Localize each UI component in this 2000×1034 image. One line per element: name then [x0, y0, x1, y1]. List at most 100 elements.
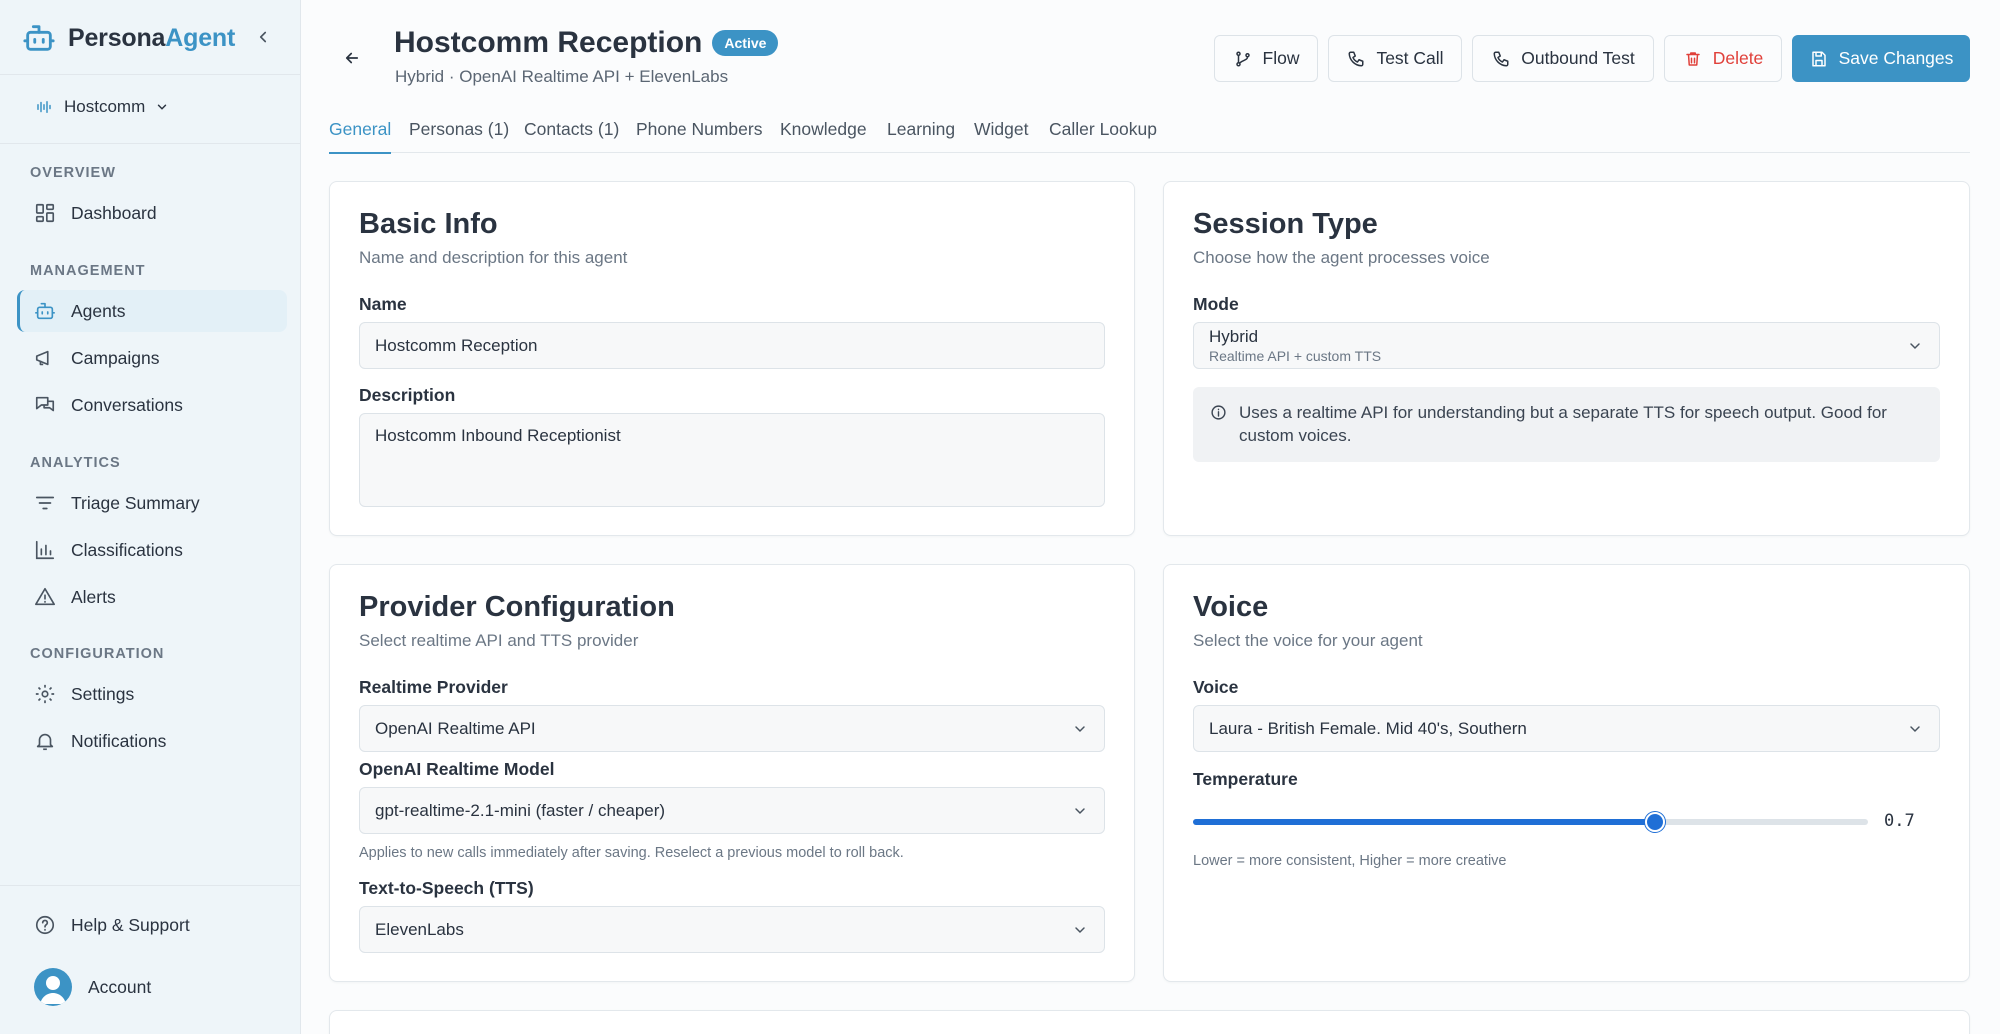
sidebar-divider [0, 885, 300, 886]
card-title: Session Type [1193, 208, 1378, 240]
sidebar-item-label: Help & Support [71, 914, 190, 935]
realtime-model-value: gpt-realtime-2.1-mini (faster / cheaper) [375, 800, 666, 820]
tab-knowledge[interactable]: Knowledge [780, 119, 867, 152]
account-label: Account [88, 976, 152, 997]
section-overview: OVERVIEW [30, 165, 116, 181]
realtime-provider-select[interactable]: OpenAI Realtime API [359, 705, 1105, 752]
sidebar-item-notifications[interactable]: Notifications [17, 720, 287, 762]
sidebar-item-label: Notifications [71, 730, 167, 751]
voice-select[interactable]: Laura - British Female. Mid 40's, Southe… [1193, 705, 1940, 752]
sidebar-item-conversations[interactable]: Conversations [17, 384, 287, 426]
card-description: Select the voice for your agent [1193, 631, 1423, 650]
card-title: Provider Configuration [359, 591, 675, 623]
bar-chart-icon [33, 538, 57, 562]
temperature-slider[interactable] [1193, 812, 1868, 832]
tab-caller-lookup[interactable]: Caller Lookup [1049, 119, 1157, 152]
sidebar-item-label: Settings [71, 683, 135, 704]
tab-widget[interactable]: Widget [974, 119, 1028, 152]
sidebar-item-label: Dashboard [71, 202, 157, 223]
tab-contacts[interactable]: Contacts (1) [524, 119, 619, 152]
sidebar-item-help[interactable]: Help & Support [17, 904, 287, 946]
card-title: Voice [1193, 591, 1269, 623]
chevron-down-icon [1906, 337, 1924, 355]
page-subtitle: Hybrid · OpenAI Realtime API + ElevenLab… [395, 67, 729, 86]
card-description: Name and description for this agent [359, 248, 628, 267]
temperature-value: 0.7 [1884, 811, 1915, 831]
sidebar-item-label: Conversations [71, 394, 183, 415]
sidebar-item-settings[interactable]: Settings [17, 673, 287, 715]
realtime-provider-label: Realtime Provider [359, 677, 508, 697]
robot-logo-icon [22, 21, 56, 55]
tts-label: Text-to-Speech (TTS) [359, 878, 534, 898]
arrow-left-icon [345, 52, 359, 64]
name-label: Name [359, 294, 407, 314]
warning-triangle-icon [33, 585, 57, 609]
temperature-label: Temperature [1193, 769, 1298, 789]
mode-select[interactable]: Hybrid Realtime API + custom TTS [1193, 322, 1940, 369]
sidebar-item-label: Triage Summary [71, 492, 200, 513]
chevron-left-icon [259, 31, 267, 43]
slider-fill [1193, 819, 1656, 825]
back-button[interactable] [340, 46, 364, 70]
chevron-down-icon [1071, 720, 1089, 738]
provider-config-card: Provider Configuration Select realtime A… [329, 564, 1135, 982]
filter-lines-icon [33, 491, 57, 515]
sidebar-item-alerts[interactable]: Alerts [17, 576, 287, 618]
chevron-down-icon [1071, 802, 1089, 820]
card-title: Basic Info [359, 208, 498, 240]
temperature-help-text: Lower = more consistent, Higher = more c… [1193, 853, 1507, 869]
delete-button[interactable]: Delete [1664, 35, 1782, 82]
session-info-text: Uses a realtime API for understanding bu… [1239, 403, 1887, 445]
session-type-card: Session Type Choose how the agent proces… [1163, 181, 1970, 536]
realtime-model-select[interactable]: gpt-realtime-2.1-mini (faster / cheaper) [359, 787, 1105, 834]
mode-value: Hybrid [1209, 326, 1259, 346]
sidebar-item-label: Campaigns [71, 347, 160, 368]
flow-button[interactable]: Flow [1214, 35, 1318, 82]
mode-label: Mode [1193, 294, 1239, 314]
collapse-sidebar-button[interactable] [250, 24, 276, 50]
outbound-test-button[interactable]: Outbound Test [1472, 35, 1654, 82]
mode-select-text: Hybrid Realtime API + custom TTS [1209, 327, 1381, 365]
bell-icon [33, 729, 57, 753]
waveform-icon [34, 97, 54, 117]
save-changes-button[interactable]: Save Changes [1792, 35, 1970, 82]
test-call-button[interactable]: Test Call [1328, 35, 1462, 82]
tab-learning[interactable]: Learning [887, 119, 955, 152]
slider-thumb[interactable] [1645, 812, 1666, 832]
card-description: Select realtime API and TTS provider [359, 631, 639, 650]
tab-phone-numbers[interactable]: Phone Numbers [636, 119, 762, 152]
sidebar-divider [0, 143, 300, 144]
org-switcher[interactable]: Hostcomm [34, 97, 169, 117]
basic-info-card: Basic Info Name and description for this… [329, 181, 1135, 536]
tab-bar: General Personas (1) Contacts (1) Phone … [329, 117, 1970, 154]
voice-card: Voice Select the voice for your agent Vo… [1163, 564, 1970, 982]
brand[interactable]: PersonaAgent [22, 18, 235, 58]
realtime-model-label: OpenAI Realtime Model [359, 759, 555, 779]
sidebar-item-dashboard[interactable]: Dashboard [17, 192, 287, 234]
card-description: Choose how the agent processes voice [1193, 248, 1490, 267]
next-section-card [329, 1010, 1970, 1034]
title-row: Hostcomm Reception Active [394, 26, 779, 60]
phone-outgoing-icon [1491, 49, 1511, 69]
sidebar-item-classifications[interactable]: Classifications [17, 529, 287, 571]
tts-select[interactable]: ElevenLabs [359, 906, 1105, 953]
tab-personas[interactable]: Personas (1) [409, 119, 509, 152]
account-menu[interactable]: Account [34, 968, 151, 1006]
sidebar-item-campaigns[interactable]: Campaigns [17, 337, 287, 379]
flow-button-label: Flow [1262, 48, 1300, 68]
description-textarea[interactable]: Hostcomm Inbound Receptionist [359, 413, 1105, 507]
brand-name: PersonaAgent [68, 23, 236, 52]
section-configuration: CONFIGURATION [30, 646, 165, 662]
chat-bubbles-icon [33, 393, 57, 417]
tab-general[interactable]: General [329, 119, 392, 154]
mode-sub-value: Realtime API + custom TTS [1209, 347, 1382, 364]
sidebar-item-triage-summary[interactable]: Triage Summary [17, 482, 287, 524]
name-input[interactable]: Hostcomm Reception [359, 322, 1105, 369]
voice-label: Voice [1193, 677, 1239, 697]
voice-value: Laura - British Female. Mid 40's, Southe… [1209, 718, 1527, 738]
delete-button-label: Delete [1712, 48, 1764, 68]
user-icon [40, 976, 66, 1004]
git-branch-icon [1233, 49, 1253, 69]
tts-value: ElevenLabs [375, 919, 464, 939]
sidebar-item-agents[interactable]: Agents [17, 290, 287, 332]
